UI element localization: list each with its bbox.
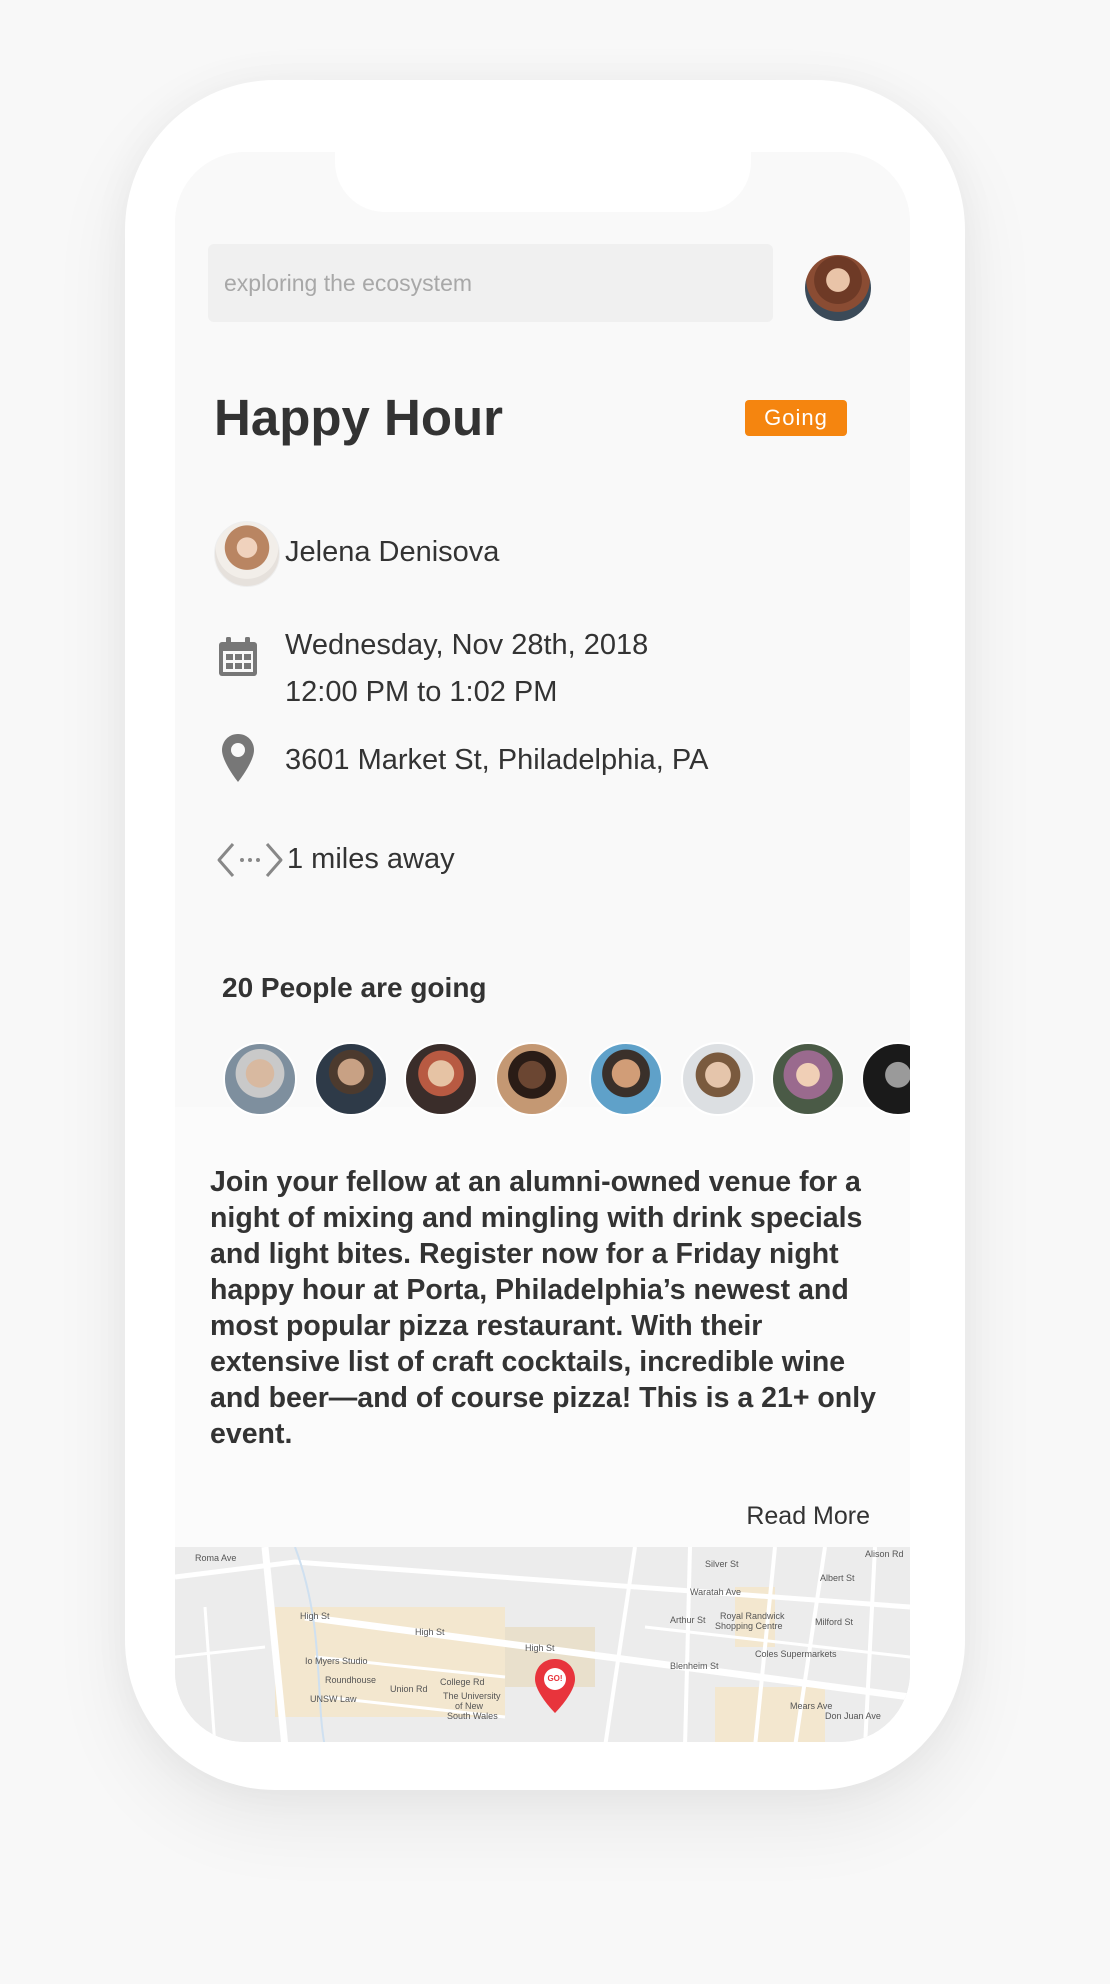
attendee-avatar[interactable] [314,1042,388,1116]
svg-text:Coles Supermarkets: Coles Supermarkets [755,1649,837,1659]
svg-text:Royal Randwick: Royal Randwick [720,1611,785,1621]
map-image: Roma Ave High St High St High St Silver … [175,1547,910,1742]
attendee-avatar[interactable] [404,1042,478,1116]
svg-text:College Rd: College Rd [440,1677,485,1687]
svg-text:Blenheim St: Blenheim St [670,1661,719,1671]
distance-icon [217,840,283,880]
svg-text:of New: of New [455,1701,484,1711]
attendee-avatar[interactable] [771,1042,845,1116]
event-distance: 1 miles away [287,843,455,875]
event-address[interactable]: 3601 Market St, Philadelphia, PA [285,737,708,784]
svg-text:South Wales: South Wales [447,1711,498,1721]
event-map[interactable]: Roma Ave High St High St High St Silver … [175,1547,910,1742]
svg-text:Roundhouse: Roundhouse [325,1675,376,1685]
svg-text:Silver St: Silver St [705,1559,739,1569]
svg-text:Alison Rd: Alison Rd [865,1549,904,1559]
attendee-avatars[interactable] [223,1042,910,1116]
svg-text:Don Juan Ave: Don Juan Ave [825,1711,881,1721]
attendee-count-label: 20 People are going [222,972,487,1003]
user-avatar[interactable] [805,255,871,321]
svg-text:Io Myers Studio: Io Myers Studio [305,1656,368,1666]
host-name[interactable]: Jelena Denisova [285,529,499,576]
calendar-icon [217,636,259,678]
event-title: Happy Hour [214,389,504,446]
svg-text:Union Rd: Union Rd [390,1684,428,1694]
svg-text:Mears Ave: Mears Ave [790,1701,832,1711]
event-description: Join your fellow at an alumni-owned venu… [210,1166,876,1450]
svg-text:Arthur St: Arthur St [670,1615,706,1625]
svg-text:Albert St: Albert St [820,1573,855,1583]
event-screen: Happy Hour Going Jelena Denisova Wednesd… [175,152,910,1742]
phone-notch [335,152,751,212]
svg-text:Milford St: Milford St [815,1617,854,1627]
location-pin-icon [220,732,256,784]
search-input[interactable] [208,244,773,322]
host-avatar[interactable] [214,521,280,587]
attendee-avatar[interactable] [223,1042,297,1116]
svg-text:Waratah Ave: Waratah Ave [690,1587,741,1597]
svg-text:The University: The University [443,1691,501,1701]
status-badge[interactable]: Going [745,400,847,436]
attendee-avatar[interactable] [589,1042,663,1116]
svg-text:Roma Ave: Roma Ave [195,1553,236,1563]
svg-text:High St: High St [525,1643,555,1653]
svg-text:UNSW Law: UNSW Law [310,1694,357,1704]
svg-text:High St: High St [300,1611,330,1621]
read-more-link[interactable]: Read More [746,1502,870,1531]
attendee-avatar[interactable] [681,1042,755,1116]
map-marker-label[interactable]: GO! [545,1674,565,1683]
svg-text:Shopping Centre: Shopping Centre [715,1621,783,1631]
svg-text:High St: High St [415,1627,445,1637]
attendee-avatar[interactable] [861,1042,910,1116]
event-time: 12:00 PM to 1:02 PM [285,676,558,708]
attendee-avatar[interactable] [495,1042,569,1116]
event-date: Wednesday, Nov 28th, 2018 [285,629,649,661]
